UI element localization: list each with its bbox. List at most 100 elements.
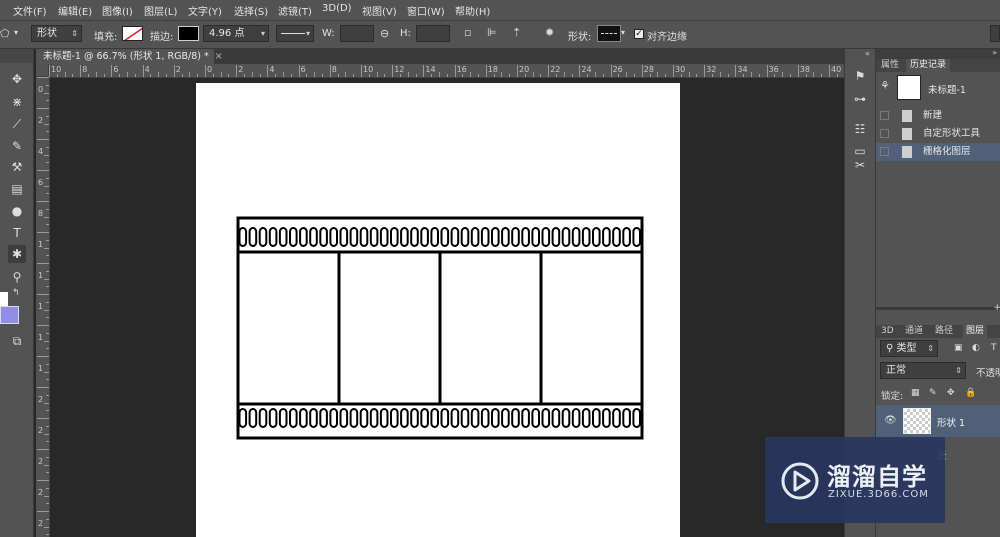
adjustment-sliders-icon[interactable]: ⊶ [852,92,868,108]
ruler-tick [563,72,565,77]
collapse-arrows-icon[interactable]: » [992,48,997,57]
fill-swatch[interactable] [122,26,143,41]
filter-type-icon[interactable]: T [991,343,997,353]
tab-layers[interactable]: 图层 [963,325,988,338]
magic-wand-icon[interactable]: ⋇ [8,93,26,111]
stroke-width-field[interactable]: 4.96 点 ▾ [203,25,269,42]
toolbox-grip[interactable] [0,49,33,63]
filter-image-icon[interactable]: ▣ [954,343,963,353]
horizontal-ruler: 10 8 6 4 2 0 2 4 6 8 10 12 14 16 18 20 22 24 26 28 30 32 34 36 3… [36,64,844,78]
history-brush-icon[interactable]: ⚑ [852,69,868,85]
ruler-origin[interactable] [36,64,49,77]
dodge-icon[interactable]: ● [8,202,26,220]
tab-paths[interactable]: 路径 [935,325,953,338]
tool-preset-icon[interactable]: ⬠ [0,27,10,40]
width-input[interactable] [340,25,374,42]
custom-shape-tool-icon[interactable]: ✱ [8,245,26,263]
lock-pixels-icon[interactable]: ✎ [929,388,937,398]
history-checkbox[interactable] [880,147,889,156]
history-item[interactable]: 自定形状工具 [876,125,1000,143]
shape-picker[interactable] [597,25,621,42]
tab-properties[interactable]: 属性 [881,59,899,72]
workspace-switcher[interactable] [990,25,1000,42]
menu-image[interactable]: 图像(I) [102,3,133,18]
tab-history[interactable]: 历史记录 [906,59,951,72]
ruler-tick [44,433,49,435]
history-item-selected[interactable]: 栅格化图层 [876,143,1000,161]
eyedropper-icon[interactable]: ⟋ [8,115,26,133]
tab-channels[interactable]: 通道 [905,325,923,338]
chevron-down-icon: ⇕ [71,29,78,38]
screen-mode-icon[interactable]: ⧉ [8,332,26,350]
ruler-tick [95,72,97,77]
background-color-swatch[interactable] [0,306,19,324]
mode-select[interactable]: 形状 ⇕ [31,25,82,42]
history-checkbox[interactable] [880,129,889,138]
ruler-number: 4 [269,65,275,74]
fill-label: 填充: [94,32,118,43]
layer-name[interactable]: 形状 1 [937,415,965,429]
path-alignment-icon[interactable]: ⊫ [487,26,497,39]
plus-icon[interactable]: + [993,303,1000,313]
ruler-tick [610,65,612,77]
history-brush-source-icon[interactable]: ⚘ [880,79,890,92]
history-item[interactable]: 新建 [876,107,1000,125]
height-input[interactable] [416,25,450,42]
visibility-eye-icon[interactable]: 👁 [884,415,897,426]
tools-presets-icon[interactable]: ✂ [852,158,868,174]
zoom-icon[interactable]: ⚲ [8,268,26,286]
gradient-icon[interactable]: ▤ [8,180,26,198]
type-tool-icon[interactable]: T [8,224,26,242]
close-icon[interactable]: × [215,51,223,62]
chevron-down-icon[interactable]: ▾ [14,28,18,37]
clone-stamp-icon[interactable]: ⚒ [8,158,26,176]
menu-view[interactable]: 视图(V) [362,3,397,18]
menu-select[interactable]: 选择(S) [234,3,268,18]
stroke-style-select[interactable]: ▾ [276,25,314,42]
document-tab[interactable]: 未标题-1 @ 66.7% (形状 1, RGB/8) * × [36,49,223,64]
blend-mode-select[interactable]: 正常 ⇕ [880,362,966,379]
menu-3d[interactable]: 3D(D) [322,3,352,14]
lock-transparent-icon[interactable]: ▦ [911,388,920,398]
ruler-tick [626,72,628,77]
gear-icon[interactable]: ✹ [545,26,554,39]
ruler-tick [212,74,214,77]
menu-filter[interactable]: 滤镜(T) [278,3,312,18]
menu-help[interactable]: 帮助(H) [455,3,490,18]
layer-filter-select[interactable]: ⚲ 类型 ⇕ [880,340,938,357]
ruler-tick [37,387,49,388]
ruler-number: 26 [612,65,623,74]
menu-file[interactable]: 文件(F) [13,3,47,18]
menu-type[interactable]: 文字(Y) [188,3,222,18]
link-icon[interactable]: ⊖ [380,27,389,40]
brush-icon[interactable]: ✎ [8,137,26,155]
filter-adjustment-icon[interactable]: ◐ [972,343,980,353]
snapshot-thumbnail[interactable] [897,75,921,100]
swap-colors-icon[interactable]: ↰ [12,288,20,298]
collapse-arrows-icon[interactable]: « [865,49,870,58]
snapshot-label[interactable]: 未标题-1 [928,82,966,96]
lock-all-icon[interactable]: 🔒 [965,388,976,398]
history-checkbox[interactable] [880,111,889,120]
tab-3d[interactable]: 3D [881,325,894,338]
menu-layer[interactable]: 图层(L) [144,3,177,18]
chevron-down-icon: ▾ [305,29,310,38]
path-arrangement-icon[interactable]: ⇡ [512,26,521,39]
menu-window[interactable]: 窗口(W) [407,3,445,18]
document-page[interactable] [196,83,680,537]
ruler-tick [46,456,49,458]
film-strip-shape[interactable] [236,216,644,440]
panel-divider[interactable] [876,307,1000,310]
align-edges-checkbox[interactable]: ✓ [634,29,644,39]
lock-position-icon[interactable]: ✥ [947,388,955,398]
layer-row-selected[interactable]: 👁 形状 1 [876,405,1000,437]
ruler-tick [836,74,838,77]
chevron-down-icon[interactable]: ▾ [621,28,625,37]
paragraph-styles-icon[interactable]: ☷ [852,122,868,138]
stroke-swatch[interactable] [178,26,199,41]
path-operations-icon[interactable]: ▫ [464,26,471,39]
menu-edit[interactable]: 编辑(E) [58,3,92,18]
ruler-tick [501,72,503,77]
ruler-tick [205,65,206,77]
move-tool-icon[interactable]: ✥ [8,70,26,88]
